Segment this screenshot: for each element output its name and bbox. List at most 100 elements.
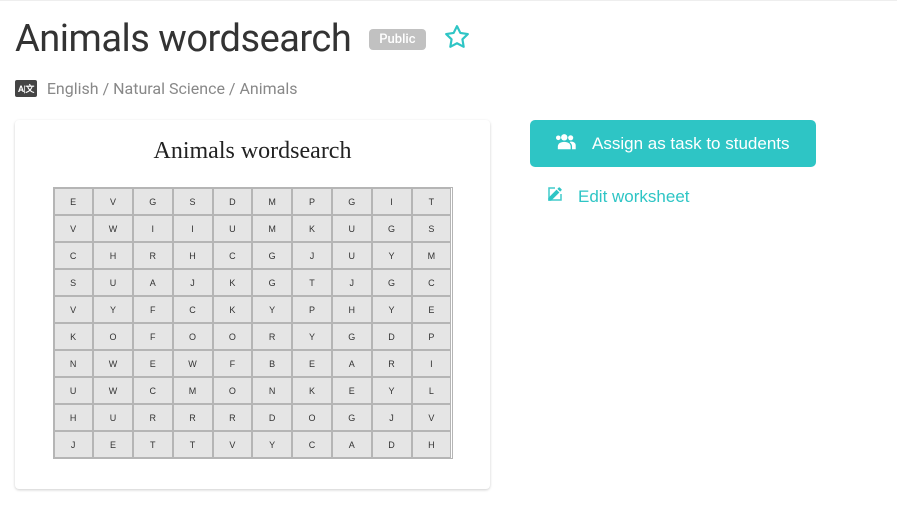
- grid-cell: A: [332, 431, 372, 458]
- actions-panel: Assign as task to students Edit workshee…: [530, 120, 816, 212]
- grid-cell: G: [372, 269, 412, 296]
- grid-cell: T: [412, 188, 452, 215]
- grid-cell: G: [372, 215, 412, 242]
- grid-cell: G: [332, 188, 372, 215]
- grid-cell: H: [173, 242, 213, 269]
- grid-cell: J: [372, 404, 412, 431]
- grid-cell: E: [332, 377, 372, 404]
- grid-cell: O: [213, 377, 253, 404]
- grid-cell: Y: [252, 431, 292, 458]
- edit-icon: [546, 185, 564, 208]
- grid-cell: E: [292, 350, 332, 377]
- grid-cell: Y: [252, 296, 292, 323]
- grid-cell: I: [133, 215, 173, 242]
- breadcrumb-path: English / Natural Science / Animals: [47, 79, 298, 98]
- grid-cell: G: [252, 242, 292, 269]
- grid-cell: K: [54, 323, 94, 350]
- grid-cell: F: [133, 296, 173, 323]
- grid-cell: O: [292, 404, 332, 431]
- grid-cell: C: [133, 377, 173, 404]
- grid-cell: S: [54, 269, 94, 296]
- grid-cell: Y: [292, 323, 332, 350]
- grid-cell: G: [252, 269, 292, 296]
- grid-cell: P: [412, 323, 452, 350]
- grid-cell: G: [332, 404, 372, 431]
- grid-cell: E: [133, 350, 173, 377]
- grid-cell: U: [332, 215, 372, 242]
- grid-cell: D: [372, 323, 412, 350]
- grid-cell: N: [54, 350, 94, 377]
- grid-cell: M: [252, 215, 292, 242]
- worksheet-preview: Animals wordsearch EVGSDMPGITVWIIUMKUGSC…: [15, 120, 490, 489]
- grid-cell: P: [292, 188, 332, 215]
- grid-cell: O: [213, 323, 253, 350]
- grid-cell: E: [412, 296, 452, 323]
- assign-button-label: Assign as task to students: [592, 134, 790, 154]
- grid-cell: J: [292, 242, 332, 269]
- worksheet-title: Animals wordsearch: [40, 138, 465, 165]
- grid-cell: R: [173, 404, 213, 431]
- grid-cell: U: [54, 377, 94, 404]
- grid-cell: O: [173, 323, 213, 350]
- grid-cell: V: [412, 404, 452, 431]
- grid-cell: H: [54, 404, 94, 431]
- grid-cell: V: [54, 215, 94, 242]
- assign-task-button[interactable]: Assign as task to students: [530, 120, 816, 167]
- grid-cell: T: [173, 431, 213, 458]
- grid-cell: U: [332, 242, 372, 269]
- grid-cell: C: [54, 242, 94, 269]
- grid-cell: E: [93, 431, 133, 458]
- grid-cell: L: [412, 377, 452, 404]
- grid-cell: M: [252, 188, 292, 215]
- grid-cell: J: [173, 269, 213, 296]
- grid-cell: W: [173, 350, 213, 377]
- grid-cell: K: [292, 215, 332, 242]
- grid-cell: R: [213, 404, 253, 431]
- grid-cell: I: [412, 350, 452, 377]
- grid-cell: D: [213, 188, 253, 215]
- grid-cell: B: [252, 350, 292, 377]
- edit-worksheet-button[interactable]: Edit worksheet: [530, 181, 816, 212]
- grid-cell: P: [292, 296, 332, 323]
- grid-cell: S: [412, 215, 452, 242]
- wordsearch-grid: EVGSDMPGITVWIIUMKUGSCHRHCGJUYMSUAJKGTJGC…: [53, 187, 453, 459]
- breadcrumb: A|文 English / Natural Science / Animals: [15, 79, 882, 98]
- users-icon: [556, 132, 578, 155]
- grid-cell: Y: [372, 296, 412, 323]
- favorite-star-icon[interactable]: [444, 24, 470, 54]
- grid-cell: D: [372, 431, 412, 458]
- grid-cell: K: [213, 296, 253, 323]
- grid-cell: V: [93, 188, 133, 215]
- grid-cell: M: [173, 377, 213, 404]
- grid-cell: N: [252, 377, 292, 404]
- grid-cell: U: [93, 269, 133, 296]
- grid-cell: J: [332, 269, 372, 296]
- grid-cell: R: [133, 242, 173, 269]
- edit-button-label: Edit worksheet: [578, 187, 690, 207]
- grid-cell: F: [133, 323, 173, 350]
- language-icon: A|文: [15, 80, 37, 97]
- grid-cell: A: [133, 269, 173, 296]
- grid-cell: H: [93, 242, 133, 269]
- grid-cell: K: [213, 269, 253, 296]
- grid-cell: K: [292, 377, 332, 404]
- grid-cell: V: [54, 296, 94, 323]
- grid-cell: W: [93, 377, 133, 404]
- grid-cell: G: [133, 188, 173, 215]
- grid-cell: Y: [372, 377, 412, 404]
- grid-cell: I: [173, 215, 213, 242]
- grid-cell: Y: [93, 296, 133, 323]
- grid-cell: M: [412, 242, 452, 269]
- grid-cell: Y: [372, 242, 412, 269]
- grid-cell: U: [213, 215, 253, 242]
- grid-cell: C: [173, 296, 213, 323]
- grid-cell: J: [54, 431, 94, 458]
- grid-cell: W: [93, 215, 133, 242]
- grid-cell: H: [332, 296, 372, 323]
- grid-cell: T: [133, 431, 173, 458]
- header: Animals wordsearch Public: [15, 17, 882, 61]
- visibility-badge: Public: [369, 29, 425, 50]
- grid-cell: U: [93, 404, 133, 431]
- grid-cell: S: [173, 188, 213, 215]
- grid-cell: O: [93, 323, 133, 350]
